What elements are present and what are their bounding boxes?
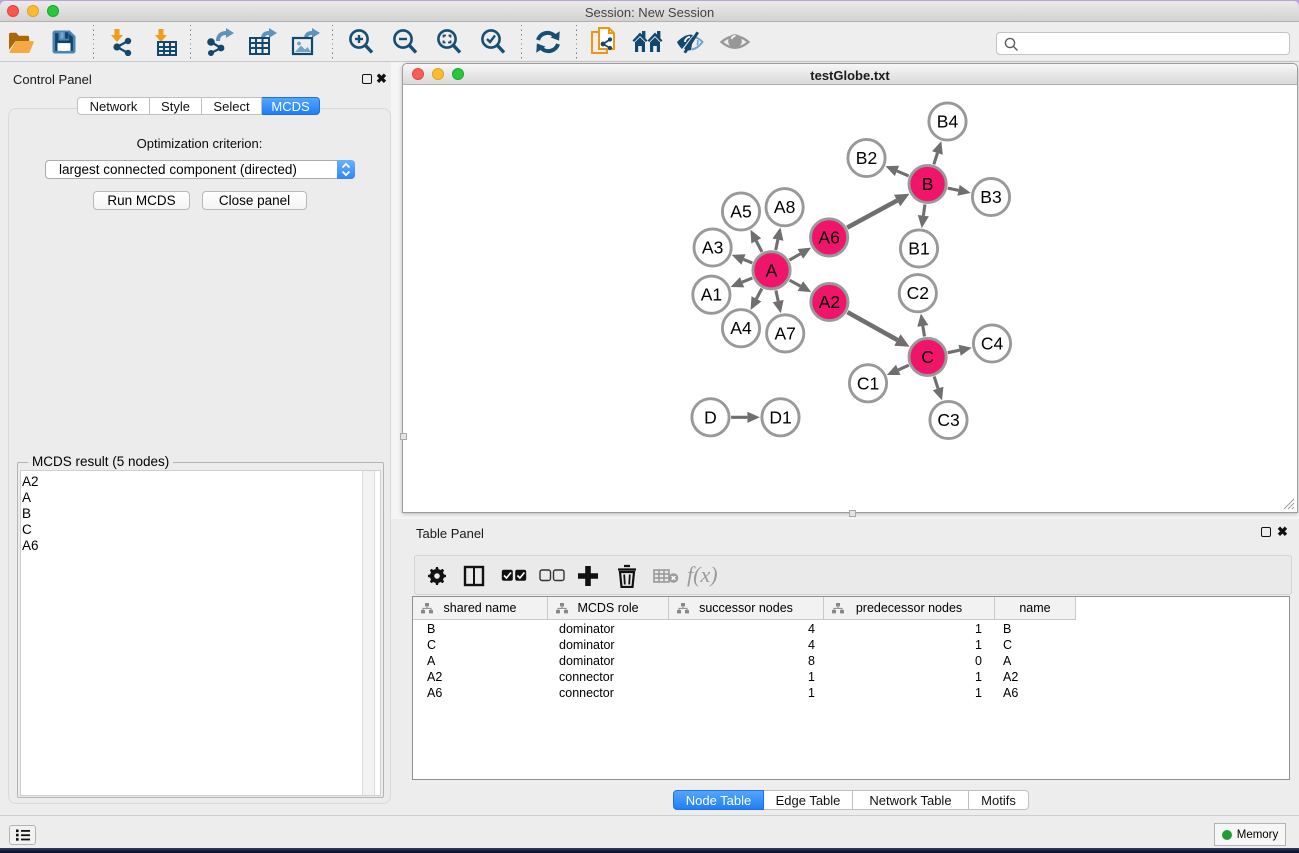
svg-text:A7: A7 — [774, 323, 795, 343]
svg-text:C: C — [921, 347, 934, 367]
svg-text:B3: B3 — [980, 187, 1001, 207]
svg-text:D: D — [704, 407, 717, 427]
svg-text:A5: A5 — [730, 202, 751, 222]
svg-text:A8: A8 — [774, 197, 795, 217]
svg-text:A2: A2 — [819, 292, 840, 312]
svg-text:A6: A6 — [818, 227, 839, 247]
svg-text:C1: C1 — [857, 373, 879, 393]
svg-text:C3: C3 — [937, 410, 959, 430]
svg-text:A1: A1 — [701, 285, 722, 305]
svg-text:C4: C4 — [981, 334, 1004, 354]
svg-text:B: B — [922, 174, 934, 194]
svg-text:D1: D1 — [769, 407, 791, 427]
svg-text:B4: B4 — [937, 112, 959, 132]
svg-text:A3: A3 — [702, 238, 723, 258]
svg-text:B1: B1 — [908, 239, 929, 259]
svg-text:C2: C2 — [907, 283, 929, 303]
svg-text:A4: A4 — [730, 318, 752, 338]
svg-text:A: A — [766, 260, 778, 280]
svg-text:B2: B2 — [856, 148, 877, 168]
